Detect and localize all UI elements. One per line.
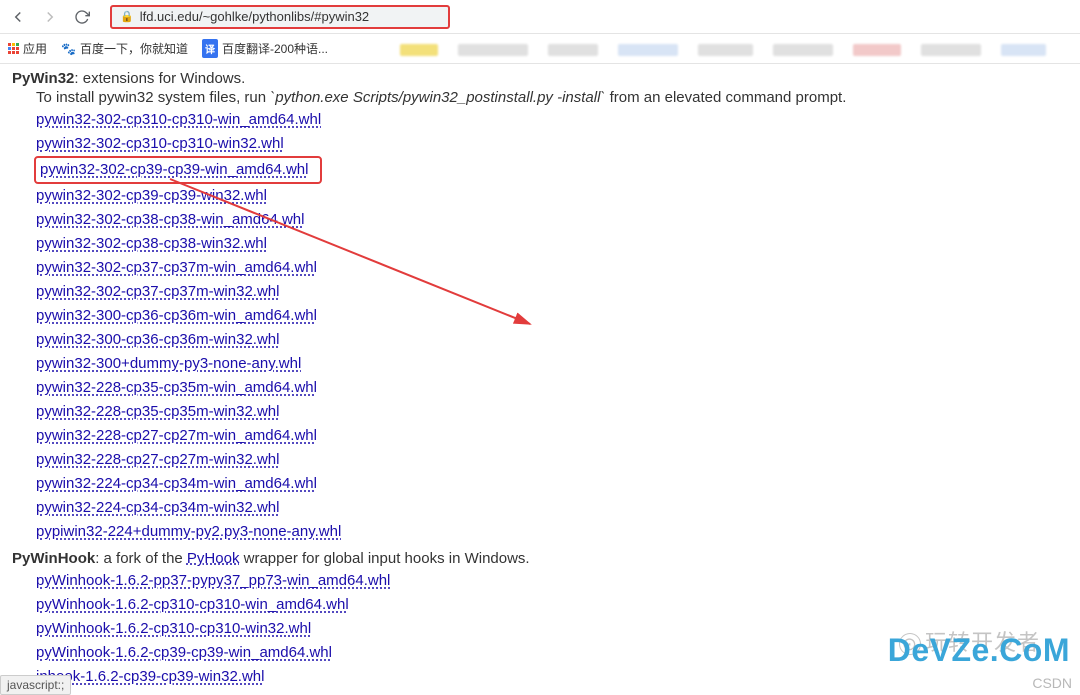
bookmark-label: 百度翻译-200种语... [222,40,328,57]
download-link[interactable]: pywin32-302-cp38-cp38-win_amd64.whl [36,208,304,232]
download-link[interactable]: pyWinhook-1.6.2-cp39-cp39-win_amd64.whl [36,641,332,665]
status-bar: javascript:; [0,675,71,695]
download-link[interactable]: pywin32-224-cp34-cp34m-win_amd64.whl [36,472,317,496]
install-prefix: To install pywin32 system files, run [36,89,270,106]
reload-icon[interactable] [72,7,92,27]
bookmark-baidu[interactable]: 🐾 百度一下，你就知道 [61,40,188,57]
download-link[interactable]: pywin32-302-cp37-cp37m-win32.whl [36,280,279,304]
pywin32-section: PyWin32: extensions for Windows. To inst… [12,70,1068,544]
download-link[interactable]: pywin32-302-cp39-cp39-win32.whl [36,184,267,208]
pywinhook-title: PyWinHook [12,550,95,567]
translate-icon: 译 [202,39,218,58]
pywin32-links: pywin32-302-cp310-cp310-win_amd64.whlpyw… [36,108,1068,544]
download-link[interactable]: pywin32-302-cp310-cp310-win_amd64.whl [36,108,321,132]
download-link[interactable]: pywin32-228-cp27-cp27m-win32.whl [36,448,279,472]
pywinhook-desc-suffix: wrapper for global input hooks in Window… [239,550,529,567]
lock-icon: 🔒 [120,10,134,23]
pywin32-title: PyWin32 [12,70,74,87]
download-link[interactable]: pywin32-228-cp35-cp35m-win_amd64.whl [36,376,317,400]
apps-icon [8,43,19,54]
pywinhook-desc-prefix: : a fork of the [95,550,187,567]
bookmark-label: 百度一下，你就知道 [80,40,188,57]
download-link[interactable]: pywin32-300+dummy-py3-none-any.whl [36,352,301,376]
download-link[interactable]: pywin32-300-cp36-cp36m-win32.whl [36,328,279,352]
download-link[interactable]: pywin32-302-cp310-cp310-win32.whl [36,132,284,156]
download-link[interactable]: pywin32-300-cp36-cp36m-win_amd64.whl [36,304,317,328]
download-link[interactable]: pyWinhook-1.6.2-cp310-cp310-win32.whl [36,617,311,641]
download-link[interactable]: pywin32-302-cp38-cp38-win32.whl [36,232,267,256]
install-instruction: To install pywin32 system files, run `py… [36,89,1068,106]
download-link[interactable]: pywin32-302-cp37-cp37m-win_amd64.whl [36,256,317,280]
bookmark-translate[interactable]: 译 百度翻译-200种语... [202,39,328,58]
url-bar[interactable]: 🔒 lfd.uci.edu/~gohlke/pythonlibs/#pywin3… [110,5,450,29]
download-link[interactable]: pywin32-302-cp39-cp39-win_amd64.whl [40,158,308,182]
browser-toolbar: 🔒 lfd.uci.edu/~gohlke/pythonlibs/#pywin3… [0,0,1080,34]
install-command: `python.exe Scripts/pywin32_postinstall.… [270,89,605,106]
download-link[interactable]: pywin32-228-cp27-cp27m-win_amd64.whl [36,424,317,448]
download-link[interactable]: pywin32-228-cp35-cp35m-win32.whl [36,400,279,424]
page-content: PyWin32: extensions for Windows. To inst… [0,64,1080,689]
install-suffix: from an elevated command prompt. [605,89,846,106]
apps-button[interactable]: 应用 [8,40,47,57]
pyhook-link[interactable]: PyHook [187,550,240,567]
pywin32-desc: : extensions for Windows. [74,70,245,87]
forward-icon[interactable] [40,7,60,27]
url-text: lfd.uci.edu/~gohlke/pythonlibs/#pywin32 [140,9,369,24]
download-link[interactable]: pypiwin32-224+dummy-py2.py3-none-any.whl [36,520,341,544]
back-icon[interactable] [8,7,28,27]
highlighted-link: pywin32-302-cp39-cp39-win_amd64.whl [34,156,322,184]
blurred-bookmarks [400,44,1050,60]
baidu-icon: 🐾 [61,42,76,56]
watermark-devze: DeVZe.CoM [888,632,1070,669]
apps-label: 应用 [23,40,47,57]
download-link[interactable]: pyWinhook-1.6.2-cp310-cp310-win_amd64.wh… [36,593,349,617]
download-link[interactable]: pywin32-224-cp34-cp34m-win32.whl [36,496,279,520]
watermark-csdn: CSDN [1032,675,1072,691]
download-link[interactable]: pyWinhook-1.6.2-pp37-pypy37_pp73-win_amd… [36,569,390,593]
